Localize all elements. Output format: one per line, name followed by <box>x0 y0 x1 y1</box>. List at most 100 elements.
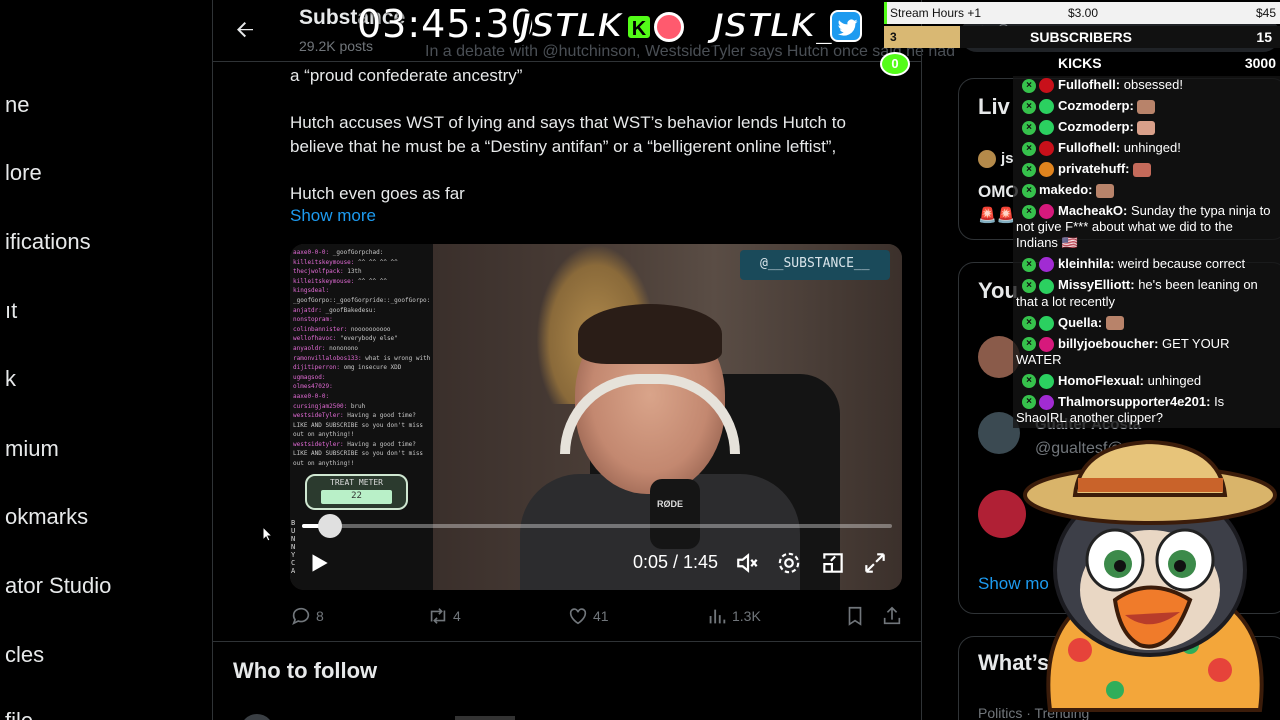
nav-item-grok[interactable]: k <box>5 366 16 392</box>
video-chat-text: bruh <box>350 402 366 410</box>
mascot-bird-image <box>1023 440 1277 712</box>
video-chat-line: aaxe0-0-0: <box>293 392 430 402</box>
video-chat-line: anyaoldr: nononono <box>293 344 430 354</box>
nav-item-premium[interactable]: mium <box>5 436 59 462</box>
record-icon <box>654 12 684 42</box>
chat-message: × billyjoeboucher: GET YOUR WATER <box>1016 336 1277 368</box>
video-chat-line: thecjwolfpack: 13th <box>293 267 430 277</box>
live-heading: Liv <box>978 94 1010 119</box>
video-progress-bar[interactable] <box>302 524 892 528</box>
chat-message: × makedo: <box>1016 182 1277 198</box>
video-chat-user: anyaoldr: <box>293 344 326 352</box>
video-chat-line: westsidetyler: Having a good time? LIKE … <box>293 440 430 469</box>
mouse-cursor-icon <box>262 526 274 542</box>
reply-icon <box>292 607 310 626</box>
chat-message: × MissyElliott: he's been leaning on that… <box>1016 277 1277 309</box>
kick-badge-icon: × <box>1022 141 1036 156</box>
nav-item-creator-studio[interactable]: ator Studio <box>5 573 111 599</box>
nav-item-notifications[interactable]: ifications <box>5 229 91 255</box>
avatar[interactable] <box>978 490 1026 538</box>
video-chat-user: killeitskeymouse: <box>293 277 355 285</box>
show-more-link[interactable]: Show more <box>290 206 376 226</box>
chat-emote-icon <box>1137 120 1156 135</box>
video-chat-user: killeitskeymouse: <box>293 258 355 266</box>
back-arrow-icon[interactable] <box>233 18 257 42</box>
kick-badge-icon: × <box>1022 395 1036 410</box>
avatar[interactable] <box>978 150 996 168</box>
video-chat-line: westsideTyler: Having a good time? LIKE … <box>293 411 430 440</box>
nav-item-articles[interactable]: cles <box>5 642 44 668</box>
user-badge-icon <box>1039 315 1054 331</box>
divider <box>921 0 922 720</box>
nav-item-explore[interactable]: lore <box>5 160 42 186</box>
chat-message: × Quella: <box>1016 315 1277 331</box>
nav-item-messages[interactable]: ıt <box>5 298 17 324</box>
nav-item-home[interactable]: ne <box>5 92 29 118</box>
video-chat-line: dijitiperron: omg insecure XDD <box>293 363 430 373</box>
nav-item-bookmarks[interactable]: okmarks <box>5 504 88 530</box>
video-chat-line: aaxe0-0-0: _goofGorpchad: <box>293 248 430 258</box>
video-chat-line: olmes47029: <box>293 382 430 392</box>
heart-icon <box>569 608 587 625</box>
tweet-text-line: Hutch accuses WST of lying and says that… <box>290 113 846 132</box>
kick-badge-icon: × <box>1022 183 1036 198</box>
microphone-image <box>650 479 700 549</box>
video-chat-line: kingsdeal: <box>293 286 430 296</box>
you-might-like-heading: You <box>978 278 1018 303</box>
video-player[interactable]: @__SUBSTANCE__ RØDE aaxe0-0-0: _goofGorp… <box>290 244 902 590</box>
repost-button[interactable]: 4 <box>427 605 461 627</box>
video-chat-user: cursingjam2500: <box>293 402 348 410</box>
video-chat-line: killeitskeymouse: ^^ ^^ ^^ <box>293 277 430 287</box>
follow-name-partial <box>455 716 515 720</box>
stream-hours-amount: $3.00 <box>1068 6 1099 20</box>
video-side-text: BUNNY CA <box>291 519 296 575</box>
chat-message: × kleinhila: weird because correct <box>1016 256 1277 273</box>
bookmark-icon[interactable] <box>844 605 866 627</box>
video-chat-text: what is wrong with this guy <box>365 354 430 362</box>
chat-emote-icon <box>1096 183 1115 198</box>
video-chat-user: westsidetyler: <box>293 440 344 448</box>
video-chat-user: anjatdr: <box>293 306 322 314</box>
chat-username: Thalmorsupporter4e201: <box>1058 393 1211 409</box>
share-icon[interactable] <box>881 605 903 627</box>
fullscreen-icon[interactable] <box>862 550 888 576</box>
divider <box>213 641 921 642</box>
chat-message: × Cozmoderp: <box>1016 98 1277 115</box>
who-to-follow-heading: Who to follow <box>233 658 378 683</box>
kick-badge-icon: × <box>1022 78 1036 93</box>
picture-in-picture-icon[interactable] <box>820 550 846 576</box>
like-button[interactable]: 41 <box>567 605 609 627</box>
subscribers-goal: 3 SUBSCRIBERS 15 <box>884 26 1280 48</box>
volume-icon[interactable] <box>735 550 761 576</box>
treat-meter: TREAT METER 22 <box>305 474 408 510</box>
kick-badge-icon: × <box>1022 162 1036 177</box>
stream-hours-label: Stream Hours +1 <box>890 6 982 20</box>
video-chat-user: thecjwolfpack: <box>293 268 344 276</box>
settings-icon[interactable] <box>776 550 802 576</box>
user-badge-icon <box>1039 257 1054 273</box>
kick-badge-icon: × <box>1022 204 1036 219</box>
reply-count: 8 <box>316 608 324 624</box>
mic-brand-label: RØDE <box>657 499 684 509</box>
video-chat-line: ugmagsod: <box>293 373 430 383</box>
views-button[interactable]: 1.3K <box>706 605 761 627</box>
video-chat-text: nononono <box>329 344 359 352</box>
chat-username: Fullofhell: <box>1058 77 1121 92</box>
nav-item-profile[interactable]: file <box>5 708 33 720</box>
kicks-target: 3000 <box>1244 55 1276 71</box>
left-sidebar: ne lore ifications ıt k mium okmarks ato… <box>0 0 213 720</box>
video-chat-text: noooooooooo <box>350 325 391 333</box>
tweet-text-line: a “proud confederate ancestry” <box>290 66 523 85</box>
kicks-label: KICKS <box>1058 55 1102 71</box>
kicks-count: 0 <box>880 52 910 76</box>
chat-text: unhinged <box>1147 372 1202 388</box>
video-chat-user: colinbannister: <box>293 325 348 333</box>
reply-button[interactable]: 8 <box>290 605 324 627</box>
play-icon[interactable] <box>306 550 332 576</box>
chat-message: × MacheakO: Sunday the typa ninja to not … <box>1016 203 1277 251</box>
subscribers-label: SUBSCRIBERS <box>1030 29 1132 45</box>
video-chat-text: ^^ ^^ ^^ <box>358 277 387 285</box>
video-chat-user: olmes47029: <box>293 383 333 391</box>
avatar[interactable] <box>240 714 274 720</box>
chat-emote-icon <box>1137 99 1156 114</box>
